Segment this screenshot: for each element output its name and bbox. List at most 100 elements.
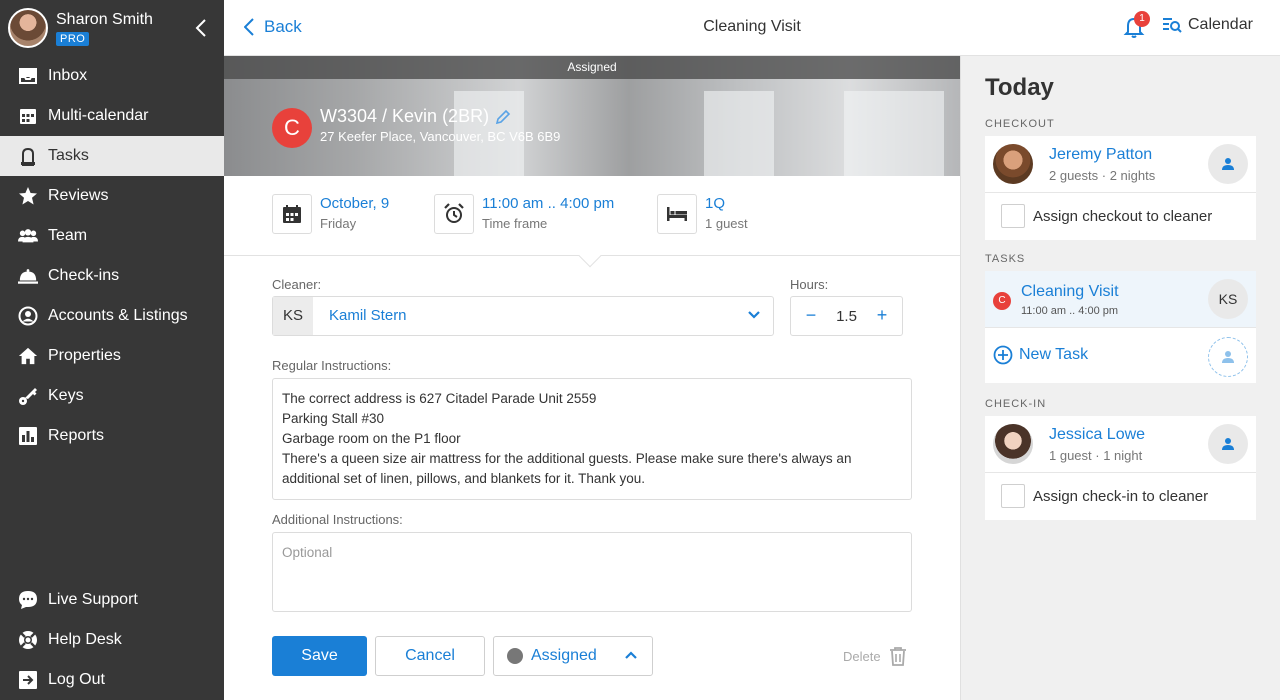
nav-item-reports[interactable]: Reports (0, 416, 224, 456)
delete-button[interactable]: Delete (843, 646, 907, 666)
task-date[interactable]: October, 9 (320, 195, 389, 212)
nav-item-properties[interactable]: Properties (0, 336, 224, 376)
today-panel: Today CHECKOUT Jeremy Patton 2 guests · … (960, 56, 1280, 700)
calendar-label: Calendar (1188, 16, 1253, 33)
collapse-sidebar-icon[interactable] (190, 16, 214, 40)
save-button[interactable]: Save (272, 636, 367, 676)
task-assignee-avatar[interactable]: KS (1208, 279, 1248, 319)
assign-cleaner-button[interactable] (1208, 144, 1248, 184)
assign-checkout-label: Assign checkout to cleaner (1033, 208, 1213, 225)
lifebuoy-icon (18, 630, 38, 650)
nav-item-tasks[interactable]: Tasks (0, 136, 224, 176)
bell-service-icon (18, 266, 38, 286)
trash-icon (889, 647, 906, 666)
assign-cleaner-button[interactable] (1208, 424, 1248, 464)
hours-decrement-button[interactable]: − (801, 305, 821, 326)
additional-instructions-textarea[interactable]: Optional (272, 532, 912, 612)
nav-item-multi-calendar[interactable]: Multi-calendar (0, 96, 224, 136)
cleaner-initials: KS (273, 297, 313, 335)
user-profile[interactable]: Sharon Smith PRO (8, 8, 218, 50)
property-address: 27 Keefer Place, Vancouver, BC V6B 6B9 (320, 129, 561, 144)
nav-item-keys[interactable]: Keys (0, 376, 224, 416)
additional-instructions-label: Additional Instructions: (272, 512, 403, 527)
assign-checkout-checkbox[interactable] (1001, 204, 1025, 228)
nav-label: Team (48, 227, 88, 244)
nav-label: Keys (48, 387, 84, 404)
today-title: Today (985, 74, 1054, 101)
regular-instructions-label: Regular Instructions: (272, 358, 392, 373)
regular-instructions-textarea[interactable]: The correct address is 627 Citadel Parad… (272, 378, 912, 500)
card-divider (985, 472, 1256, 473)
nav-item-reviews[interactable]: Reviews (0, 176, 224, 216)
checkout-guest-name[interactable]: Jeremy Patton (1049, 146, 1152, 164)
key-icon (18, 386, 38, 406)
task-property-badge: C (993, 292, 1011, 310)
status-label: Assigned (531, 647, 597, 664)
hours-stepper: − 1.5 + (790, 296, 903, 336)
tasks-section-header: TASKS (985, 253, 1026, 265)
nav-item-accounts-listings[interactable]: Accounts & Listings (0, 296, 224, 336)
nav-item-team[interactable]: Team (0, 216, 224, 256)
cleaner-label: Cleaner: (272, 277, 322, 292)
hours-input[interactable] (829, 303, 865, 329)
chevron-left-icon (244, 18, 254, 36)
cleaner-name: Kamil Stern (329, 307, 407, 324)
nav-label: Reports (48, 427, 105, 444)
new-task-button[interactable]: New Task (993, 345, 1088, 365)
checkin-section-header: CHECK-IN (985, 398, 1047, 410)
nav-label: Inbox (48, 67, 88, 84)
cleaner-select[interactable]: KS Kamil Stern (272, 296, 774, 336)
hours-increment-button[interactable]: + (872, 305, 892, 326)
status-banner: Assigned (224, 56, 960, 79)
assign-checkin-label: Assign check-in to cleaner (1033, 488, 1209, 505)
guest-avatar (993, 144, 1033, 184)
cancel-button[interactable]: Cancel (375, 636, 485, 676)
bed-config[interactable]: 1Q (705, 195, 725, 212)
nav-label: Properties (48, 347, 121, 364)
nav-label: Log Out (48, 671, 105, 688)
bed-info: 1Q 1 guest (657, 194, 777, 234)
instruction-line: Garbage room on the P1 floor (282, 431, 461, 446)
hours-label: Hours: (790, 277, 829, 292)
assign-new-task-button[interactable] (1208, 337, 1248, 377)
status-dot (507, 648, 523, 664)
task-title[interactable]: Cleaning Visit (1021, 283, 1119, 301)
calendar-icon (283, 205, 301, 223)
hero-overlay (224, 79, 960, 176)
top-bar: Back Cleaning Visit 1 Calendar (224, 0, 1280, 56)
divider-notch (578, 244, 602, 268)
sidebar: Sharon Smith PRO Inbox Multi-calendar Ta… (0, 0, 224, 700)
user-name: Sharon Smith (56, 11, 153, 28)
card-divider (985, 192, 1256, 193)
instruction-line: The correct address is 627 Citadel Parad… (282, 391, 597, 406)
status-dropdown[interactable]: Assigned (493, 636, 653, 676)
logout-icon (18, 670, 38, 690)
checkin-card: Jessica Lowe 1 guest · 1 night Assign ch… (985, 416, 1256, 520)
checkout-section-header: CHECKOUT (985, 118, 1055, 130)
checkout-guest-details: 2 guests · 2 nights (1049, 168, 1156, 183)
new-task-label: New Task (1019, 346, 1089, 363)
nav-item-inbox[interactable]: Inbox (0, 56, 224, 96)
nav-item-live-support[interactable]: Live Support (0, 580, 224, 620)
back-button[interactable]: Back (244, 17, 302, 37)
nav-item-check-ins[interactable]: Check-ins (0, 256, 224, 296)
property-hero: Assigned C W3304 / Kevin (2BR) 27 Keefer… (224, 56, 960, 176)
assign-checkin-checkbox[interactable] (1001, 484, 1025, 508)
nav-item-help-desk[interactable]: Help Desk (0, 620, 224, 660)
task-detail-panel: Assigned C W3304 / Kevin (2BR) 27 Keefer… (224, 56, 960, 700)
nav-item-log-out[interactable]: Log Out (0, 660, 224, 700)
checkin-guest-name[interactable]: Jessica Lowe (1049, 426, 1145, 444)
chevron-up-icon (625, 651, 637, 659)
edit-pencil-icon[interactable] (495, 109, 511, 125)
calendar-button[interactable]: Calendar (1162, 16, 1253, 34)
home-icon (18, 346, 38, 366)
instruction-line: Parking Stall #30 (282, 411, 385, 426)
task-time[interactable]: 11:00 am .. 4:00 pm (482, 195, 614, 212)
checkout-card: Jeremy Patton 2 guests · 2 nights Assign… (985, 136, 1256, 240)
back-label: Back (264, 17, 302, 36)
date-info: October, 9 Friday (272, 194, 422, 234)
time-frame-label: Time frame (482, 216, 548, 231)
calendar-search-icon (1163, 18, 1182, 33)
chat-icon (18, 590, 38, 610)
time-info: 11:00 am .. 4:00 pm Time frame (434, 194, 644, 234)
